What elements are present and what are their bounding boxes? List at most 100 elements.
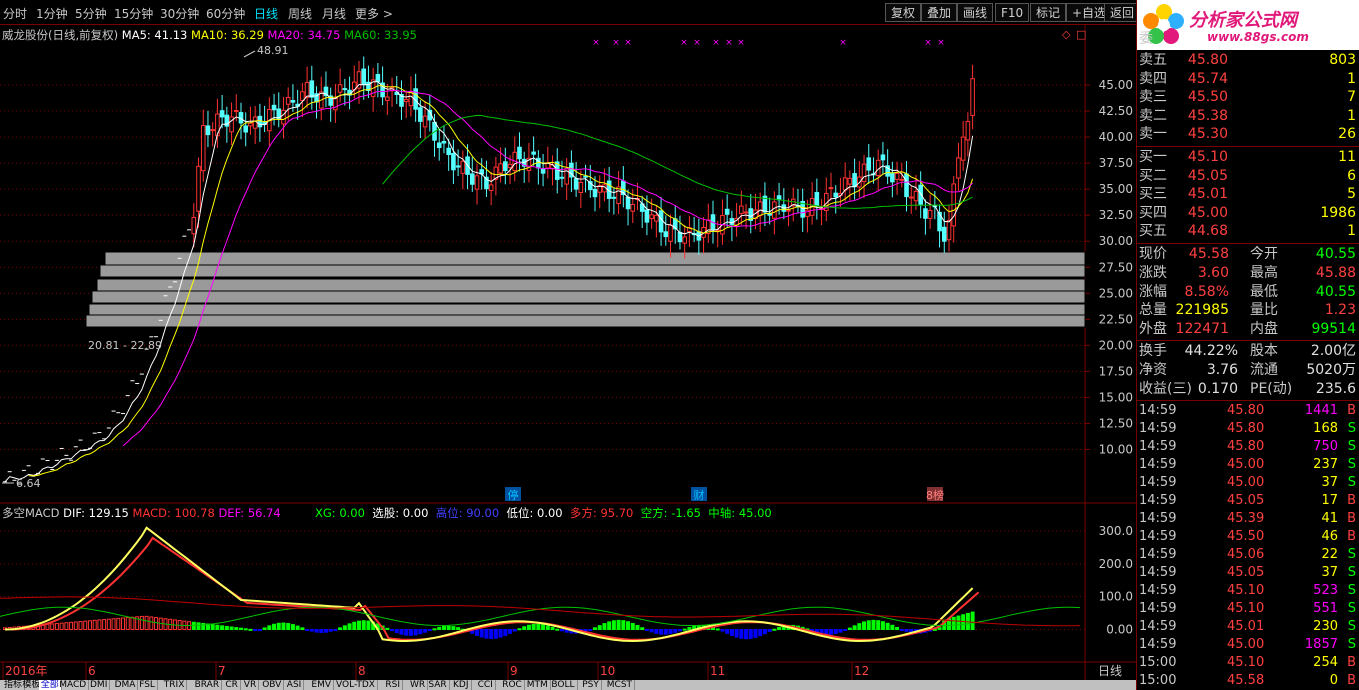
macd-bar: [229, 626, 234, 630]
indicator-tab-14[interactable]: VOL-TDX: [334, 680, 378, 690]
candle-body: [842, 177, 848, 191]
price-axis-label: 35.00: [1099, 182, 1133, 196]
panel-divider: [1137, 146, 1359, 147]
toolbar-button-3[interactable]: F10: [995, 3, 1030, 22]
bid-label: 买五: [1139, 223, 1167, 240]
indicator-tab-13[interactable]: EMV: [309, 680, 334, 690]
xg-value: XG: 0.00: [315, 506, 365, 520]
candle-body: [191, 216, 197, 235]
period-tab-0[interactable]: 分时: [3, 5, 27, 22]
candle-body: [828, 187, 834, 190]
fund-value: 0.170: [1197, 380, 1238, 397]
diamond-icon[interactable]: ◇: [1062, 28, 1071, 41]
period-tab-5[interactable]: 60分钟: [206, 5, 245, 22]
tick-price: 45.80: [1227, 421, 1265, 436]
toolbar-button-2[interactable]: 画线: [957, 3, 994, 22]
bid-level: 买二 45.05 6: [1137, 167, 1359, 186]
indicator-tab-12[interactable]: ASI: [285, 680, 305, 690]
quote-key: 总量: [1139, 302, 1167, 319]
macd-bar: [121, 617, 125, 631]
period-tab-4[interactable]: 30分钟: [160, 5, 199, 22]
ask-volume: 7: [1347, 89, 1356, 106]
event-marker-1[interactable]: 财: [694, 488, 705, 502]
macd-bar: [106, 618, 111, 630]
indicator-tab-9[interactable]: CR: [223, 680, 241, 690]
tick-time: 14:59: [1139, 637, 1177, 652]
indicator-tab-10[interactable]: VR: [242, 680, 260, 690]
tick-row: 14:59 45.05 17 B: [1137, 492, 1359, 510]
ask-level: 卖二 45.38 1: [1137, 107, 1359, 126]
chip-distribution-bar: [104, 251, 1086, 266]
macd-bar: [78, 621, 83, 630]
period-tab-1[interactable]: 1分钟: [36, 5, 68, 22]
period-tab-9[interactable]: 更多 >: [355, 5, 393, 22]
macd-bar: [390, 629, 395, 632]
candle-body: [956, 157, 961, 179]
time-axis-label: 10: [600, 664, 615, 678]
chip-range-annotation: 20.81 - 22.89: [88, 339, 162, 352]
indicator-tab-16[interactable]: WR: [408, 680, 429, 690]
period-toolbar: 分时 1分钟 5分钟 15分钟 30分钟 60分钟 日线 周线 月线 更多 > 复权 叠加 画线 F10 标…: [0, 0, 1141, 25]
macd-bar: [305, 629, 310, 631]
indicator-tab-11[interactable]: OBV: [260, 680, 285, 690]
event-marker-2[interactable]: 8榜: [926, 488, 944, 502]
indicator-tab-5[interactable]: DMA: [113, 680, 139, 690]
price-axis-label: 20.00: [1099, 338, 1133, 352]
macd-bar: [319, 629, 324, 633]
candle-body: [663, 231, 669, 238]
macd-bar: [748, 629, 753, 639]
indicator-tab-7[interactable]: TRIX: [162, 680, 188, 690]
macd-bar: [342, 625, 347, 630]
indicator-tab-18[interactable]: KDJ: [451, 680, 472, 690]
quote-value: 122471: [1175, 321, 1229, 338]
indicator-tab-24[interactable]: MCST: [605, 680, 636, 690]
indicator-tab-4[interactable]: DMI: [88, 680, 111, 690]
macd-bar: [517, 628, 522, 631]
macd-bar: [890, 624, 895, 630]
window-toggle-icon[interactable]: □: [1076, 28, 1086, 41]
period-tab-8[interactable]: 月线: [322, 5, 346, 22]
period-tab-7[interactable]: 周线: [288, 5, 312, 22]
tick-volume: 1857: [1304, 637, 1338, 652]
indicator-tab-19[interactable]: CCI: [476, 680, 496, 690]
candle-body: [890, 173, 895, 183]
period-tab-6[interactable]: 日线: [254, 5, 278, 22]
period-tab-2[interactable]: 5分钟: [75, 5, 107, 22]
quote-key: 涨跌: [1139, 264, 1167, 281]
event-marker-0[interactable]: 停: [508, 488, 519, 502]
low-price-annotation: 6.64: [16, 477, 41, 490]
toolbar-button-4[interactable]: 标记: [1030, 3, 1067, 22]
indicator-tab-17[interactable]: SAR: [426, 680, 450, 690]
tick-side: B: [1347, 529, 1356, 544]
kline-chart-area[interactable]: 45.00 42.50 40.00 37.50 35.00 32.50 30.00 27.50…: [0, 25, 1136, 680]
macd-bar: [427, 629, 432, 632]
tick-price: 45.01: [1227, 619, 1265, 634]
candle-body: [913, 190, 919, 202]
quote-value: 45.58: [1188, 246, 1229, 262]
indicator-tab-8[interactable]: BRAR: [193, 680, 223, 690]
macd-indicator-name: 多空MACD: [2, 506, 60, 520]
xuangu-value: 选股: 0.00: [372, 506, 429, 520]
candle-body: [285, 97, 291, 105]
macd-bar: [762, 629, 767, 635]
toolbar-button-1[interactable]: 叠加: [921, 3, 958, 22]
macd-bar: [833, 629, 838, 634]
indicator-tab-23[interactable]: PSY: [580, 680, 602, 690]
tick-volume: 0: [1329, 673, 1338, 688]
price-axis-label: 25.00: [1099, 286, 1133, 300]
indicator-tab-15[interactable]: RSI: [383, 680, 404, 690]
indicator-tab-6[interactable]: FSL: [137, 680, 158, 690]
macd-bar: [659, 629, 664, 635]
macd-bar: [611, 620, 616, 630]
indicator-tab-20[interactable]: ROC: [500, 680, 525, 690]
panel-divider: [1137, 400, 1359, 401]
toolbar-button-0[interactable]: 复权: [885, 3, 922, 22]
tick-row: 14:59 45.80 168 S: [1137, 420, 1359, 438]
indicator-tab-3[interactable]: MACD: [57, 680, 90, 690]
tick-row: 14:59 45.80 750 S: [1137, 438, 1359, 456]
period-tab-3[interactable]: 15分钟: [114, 5, 153, 22]
candle-body: [654, 214, 659, 222]
indicator-tab-21[interactable]: MTM: [525, 680, 551, 690]
toolbar-button-6[interactable]: 返回: [1104, 3, 1141, 22]
indicator-tab-22[interactable]: BOLL: [549, 680, 578, 690]
